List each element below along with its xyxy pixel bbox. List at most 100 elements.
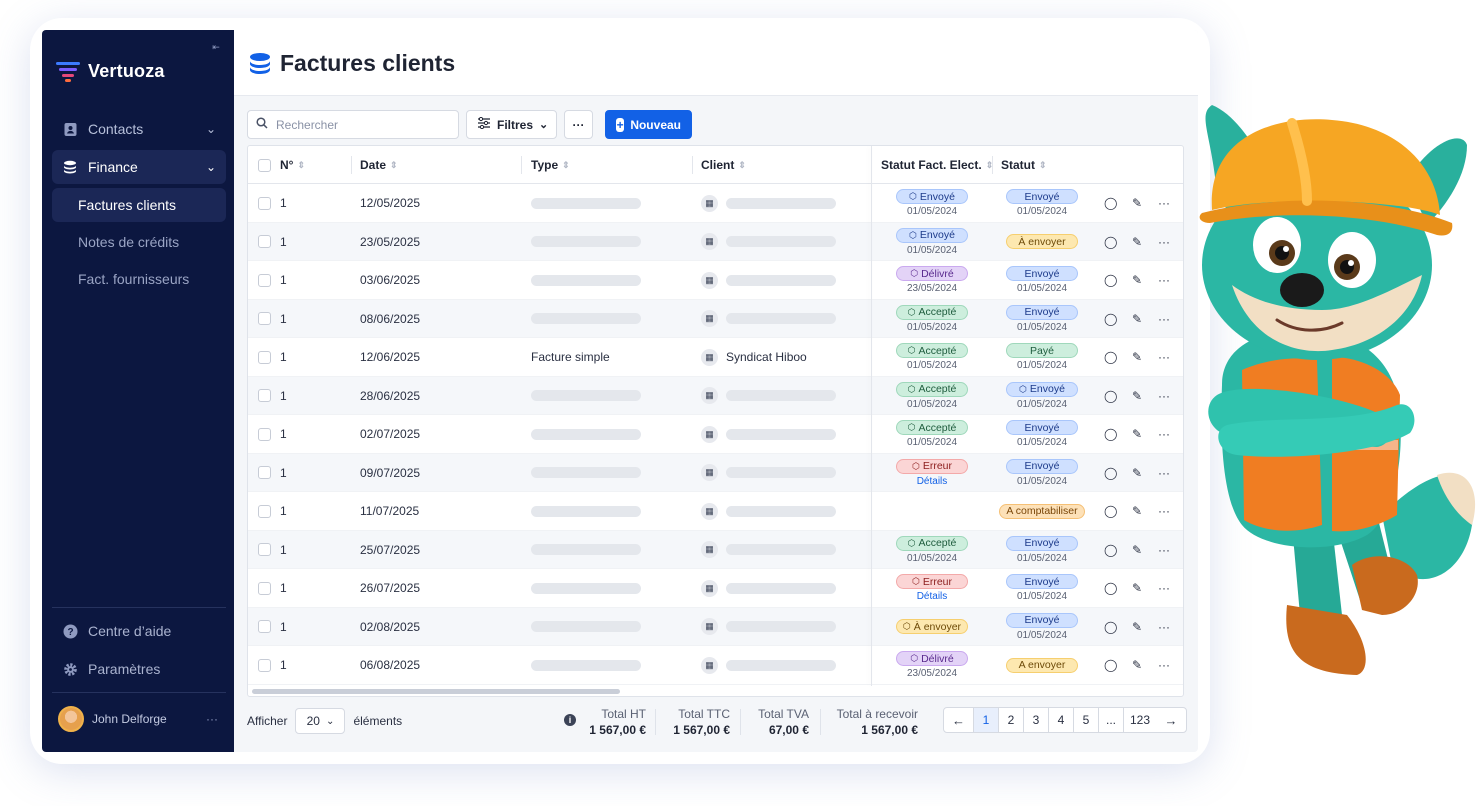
table-row[interactable]: 1 03/06/2025 ▦ ⬡ Délivré 23/05/2024 Envoyé 01/0… xyxy=(248,261,1183,300)
next-page-button[interactable]: → xyxy=(1156,708,1186,732)
more-icon[interactable]: ··· xyxy=(1158,235,1170,249)
sidebar-subitem-notes-de-credits[interactable]: Notes de crédits xyxy=(52,225,226,259)
row-checkbox[interactable] xyxy=(258,184,271,223)
edit-pencil-icon[interactable]: ✎ xyxy=(1131,196,1143,210)
edit-pencil-icon[interactable]: ✎ xyxy=(1131,235,1143,249)
table-row[interactable]: 1 02/08/2025 ▦ ⬡ À envoyer Envoyé 01/05/2024 ◯ ✎… xyxy=(248,607,1183,647)
user-menu[interactable]: John Delforge ··· xyxy=(58,706,218,732)
more-icon[interactable]: ··· xyxy=(1158,620,1170,634)
table-row[interactable]: 1 12/05/2025 ▦ ⬡ Envoyé 01/05/2024 Envoyé 01/05… xyxy=(248,184,1183,223)
row-checkbox[interactable] xyxy=(258,261,271,300)
filters-button[interactable]: Filtres ⌄ xyxy=(466,110,557,139)
new-invoice-button[interactable]: + Nouveau xyxy=(605,110,692,139)
table-row[interactable]: 1 28/06/2025 ▦ ⬡ Accepté 01/05/2024 ⬡ Envoyé 01/… xyxy=(248,376,1183,416)
comment-icon[interactable]: ◯ xyxy=(1104,504,1117,518)
row-checkbox[interactable] xyxy=(258,338,271,377)
page-button[interactable]: 2 xyxy=(999,708,1024,732)
more-icon[interactable]: ··· xyxy=(1158,196,1170,210)
edit-pencil-icon[interactable]: ✎ xyxy=(1131,273,1143,287)
table-row[interactable]: 1 25/07/2025 ▦ ⬡ Accepté 01/05/2024 Envoyé 01/0… xyxy=(248,530,1183,570)
sidebar-subitem-fact-fournisseurs[interactable]: Fact. fournisseurs xyxy=(52,262,226,296)
client-name[interactable]: Syndicat Hiboo xyxy=(726,350,807,364)
comment-icon[interactable]: ◯ xyxy=(1104,427,1117,441)
column-header-fe-status[interactable]: Statut Fact. Elect. ⇕ xyxy=(881,146,993,184)
row-checkbox[interactable] xyxy=(258,223,271,262)
comment-icon[interactable]: ◯ xyxy=(1104,350,1117,364)
row-checkbox[interactable] xyxy=(258,608,271,647)
edit-pencil-icon[interactable]: ✎ xyxy=(1131,543,1143,557)
select-all-checkbox[interactable] xyxy=(258,146,271,184)
comment-icon[interactable]: ◯ xyxy=(1104,312,1117,326)
page-button[interactable]: 1 xyxy=(974,708,999,732)
more-icon[interactable]: ··· xyxy=(1158,273,1170,287)
edit-pencil-icon[interactable]: ✎ xyxy=(1131,620,1143,634)
comment-icon[interactable]: ◯ xyxy=(1104,389,1117,403)
details-link[interactable]: Détails xyxy=(917,591,948,602)
column-header-number[interactable]: N° ⇕ xyxy=(280,146,305,184)
page-size-select[interactable]: 20 ⌄ xyxy=(295,708,346,734)
table-row[interactable]: 1 02/07/2025 ▦ ⬡ Accepté 01/05/2024 Envoyé 01/0… xyxy=(248,415,1183,454)
comment-icon[interactable]: ◯ xyxy=(1104,466,1117,480)
edit-pencil-icon[interactable]: ✎ xyxy=(1131,466,1143,480)
edit-pencil-icon[interactable]: ✎ xyxy=(1131,312,1143,326)
table-row[interactable]: 1 08/06/2025 ▦ ⬡ Accepté 01/05/2024 Envoyé 01/0… xyxy=(248,299,1183,339)
comment-icon[interactable]: ◯ xyxy=(1104,196,1117,210)
more-icon[interactable]: ··· xyxy=(1158,504,1170,518)
sidebar-subitem-factures-clients[interactable]: Factures clients xyxy=(52,188,226,222)
comment-icon[interactable]: ◯ xyxy=(1104,543,1117,557)
more-icon[interactable]: ··· xyxy=(1158,427,1170,441)
column-header-date[interactable]: Date ⇕ xyxy=(360,146,398,184)
row-checkbox[interactable] xyxy=(258,492,271,531)
column-header-status[interactable]: Statut ⇕ xyxy=(1001,146,1047,184)
row-checkbox[interactable] xyxy=(258,300,271,339)
row-checkbox[interactable] xyxy=(258,569,271,608)
edit-pencil-icon[interactable]: ✎ xyxy=(1131,389,1143,403)
more-icon[interactable]: ··· xyxy=(1158,312,1170,326)
edit-pencil-icon[interactable]: ✎ xyxy=(1131,427,1143,441)
sidebar-item-settings[interactable]: Paramètres xyxy=(52,652,226,686)
row-checkbox[interactable] xyxy=(258,377,271,416)
row-checkbox[interactable] xyxy=(258,454,271,493)
row-checkbox[interactable] xyxy=(258,531,271,570)
info-icon[interactable]: i xyxy=(564,714,576,726)
more-icon[interactable]: ··· xyxy=(1158,350,1170,364)
row-checkbox[interactable] xyxy=(258,646,271,685)
table-row[interactable]: 1 23/05/2025 ▦ ⬡ Envoyé 01/05/2024 À envoyer ◯ ✎… xyxy=(248,222,1183,262)
column-header-client[interactable]: Client ⇕ xyxy=(701,146,746,184)
prev-page-button[interactable]: ← xyxy=(944,708,974,732)
comment-icon[interactable]: ◯ xyxy=(1104,581,1117,595)
table-row[interactable]: 1 09/07/2025 ▦ ⬡ Erreur Détails Envoyé 01/05/20… xyxy=(248,453,1183,493)
sidebar-item-help[interactable]: ? Centre d’aide xyxy=(52,614,226,648)
comment-icon[interactable]: ◯ xyxy=(1104,273,1117,287)
more-icon[interactable]: ··· xyxy=(1158,543,1170,557)
more-icon[interactable]: ··· xyxy=(206,712,218,726)
more-icon[interactable]: ··· xyxy=(1158,466,1170,480)
table-row[interactable]: 1 26/07/2025 ▦ ⬡ Erreur Détails Envoyé 01/05/20… xyxy=(248,569,1183,608)
row-checkbox[interactable] xyxy=(258,415,271,454)
comment-icon[interactable]: ◯ xyxy=(1104,235,1117,249)
edit-pencil-icon[interactable]: ✎ xyxy=(1131,658,1143,672)
more-icon[interactable]: ··· xyxy=(1158,581,1170,595)
edit-pencil-icon[interactable]: ✎ xyxy=(1131,581,1143,595)
search-input[interactable]: Rechercher xyxy=(247,110,459,139)
sidebar-item-finance[interactable]: Finance ⌄ xyxy=(52,150,226,184)
horizontal-scrollbar[interactable] xyxy=(252,689,620,694)
edit-pencil-icon[interactable]: ✎ xyxy=(1131,350,1143,364)
page-button[interactable]: 5 xyxy=(1074,708,1099,732)
table-row[interactable]: 1 06/08/2025 ▦ ⬡ Délivré 23/05/2024 A envoyer ◯… xyxy=(248,646,1183,685)
edit-pencil-icon[interactable]: ✎ xyxy=(1131,504,1143,518)
table-row[interactable]: 1 12/06/2025 Facture simple ▦ Syndicat Hiboo… xyxy=(248,338,1183,377)
page-button[interactable]: 123 xyxy=(1124,708,1156,732)
sidebar-item-contacts[interactable]: Contacts ⌄ xyxy=(52,112,226,146)
table-row[interactable]: 1 11/07/2025 ▦ A comptabiliser ◯ ✎ ··· xyxy=(248,492,1183,531)
column-header-type[interactable]: Type ⇕ xyxy=(531,146,570,184)
details-link[interactable]: Détails xyxy=(917,476,948,487)
comment-icon[interactable]: ◯ xyxy=(1104,620,1117,634)
collapse-sidebar-icon[interactable]: ⇤ xyxy=(210,42,222,52)
page-button[interactable]: 3 xyxy=(1024,708,1049,732)
comment-icon[interactable]: ◯ xyxy=(1104,658,1117,672)
page-button[interactable]: 4 xyxy=(1049,708,1074,732)
more-actions-button[interactable]: ··· xyxy=(564,110,593,139)
more-icon[interactable]: ··· xyxy=(1158,389,1170,403)
more-icon[interactable]: ··· xyxy=(1158,658,1170,672)
